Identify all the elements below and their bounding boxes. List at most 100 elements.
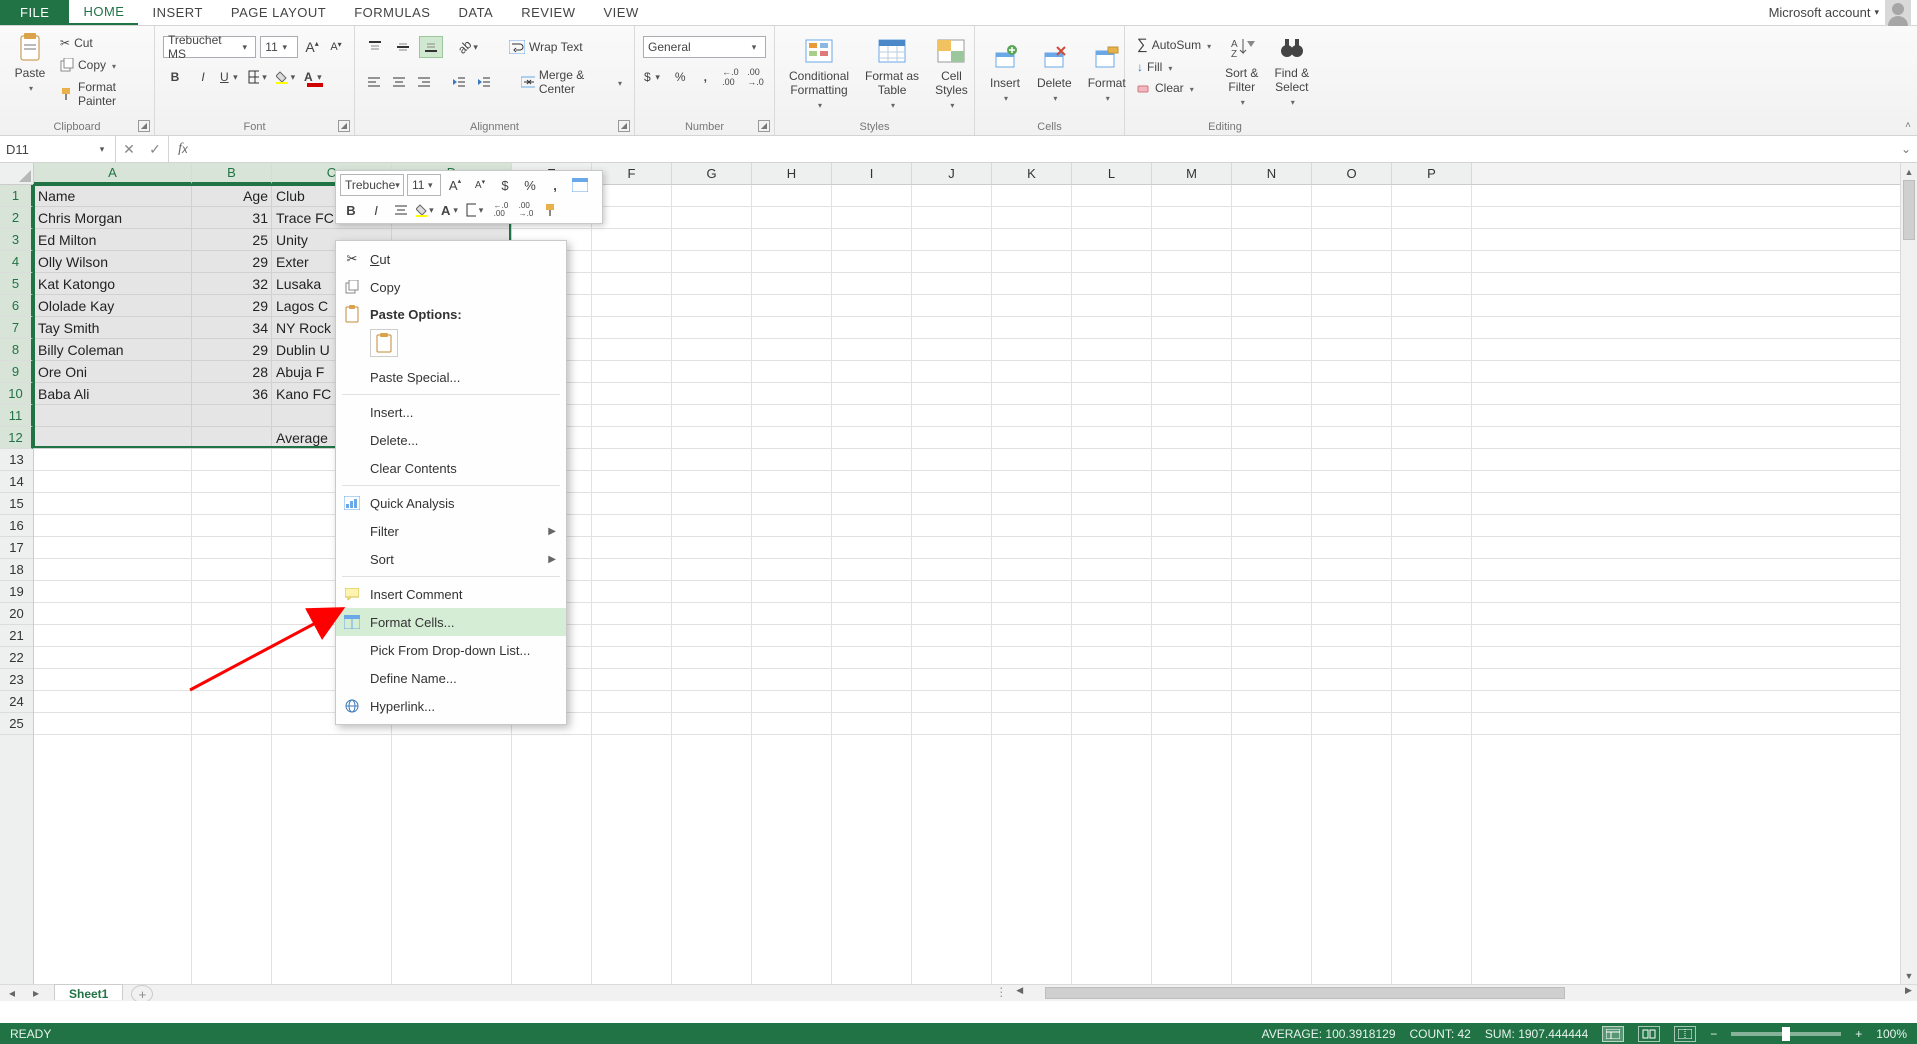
new-sheet-button[interactable]: + [131, 985, 153, 1001]
cancel-formula-button[interactable]: ✕ [116, 141, 142, 158]
cell-A1[interactable]: Name [34, 185, 192, 207]
align-top-button[interactable] [363, 36, 387, 58]
zoom-in-button[interactable]: + [1855, 1027, 1862, 1041]
number-format-combo[interactable]: General▾ [643, 36, 766, 58]
fx-label[interactable]: fx [169, 136, 197, 162]
ctx-pick-from-list[interactable]: Pick From Drop-down List... [336, 636, 566, 664]
format-painter-button[interactable]: Format Painter [56, 78, 146, 110]
increase-indent-button[interactable] [474, 71, 495, 93]
ctx-sort[interactable]: Sort▶ [336, 545, 566, 573]
row-header-16[interactable]: 16 [0, 515, 33, 537]
column-header-P[interactable]: P [1392, 163, 1472, 184]
zoom-level[interactable]: 100% [1876, 1027, 1907, 1041]
orientation-button[interactable]: ab▾ [457, 36, 481, 58]
zoom-slider-knob[interactable] [1782, 1027, 1790, 1041]
sheet-nav[interactable]: ◂▸ [0, 985, 48, 1001]
tab-scroll-menu[interactable]: ⋮ [991, 985, 1011, 1001]
tab-home[interactable]: HOME [69, 0, 138, 25]
align-right-button[interactable] [414, 71, 435, 93]
cut-button[interactable]: ✂Cut [56, 34, 146, 52]
cell-A7[interactable]: Tay Smith [34, 317, 192, 339]
ctx-hyperlink[interactable]: Hyperlink... [336, 692, 566, 720]
mini-fill-color[interactable]: ▾ [415, 199, 437, 221]
cell-B2[interactable]: 31 [192, 207, 272, 229]
paste-button[interactable]: Paste [8, 30, 52, 98]
align-bottom-button[interactable] [419, 36, 443, 58]
tab-review[interactable]: REVIEW [507, 0, 589, 25]
italic-button[interactable]: I [191, 66, 215, 88]
cell-B4[interactable]: 29 [192, 251, 272, 273]
account-menu[interactable]: Microsoft account ▾ [1763, 0, 1917, 25]
column-header-L[interactable]: L [1072, 163, 1152, 184]
tab-page-layout[interactable]: PAGE LAYOUT [217, 0, 340, 25]
ctx-paste-default[interactable] [370, 329, 398, 357]
cell-B9[interactable]: 28 [192, 361, 272, 383]
ctx-insert-comment[interactable]: Insert Comment [336, 580, 566, 608]
cell-A9[interactable]: Ore Oni [34, 361, 192, 383]
cell-B10[interactable]: 36 [192, 383, 272, 405]
row-header-11[interactable]: 11 [0, 405, 33, 427]
comma-button[interactable]: , [695, 66, 716, 88]
view-normal-button[interactable] [1602, 1026, 1624, 1042]
cell-styles-button[interactable]: Cell Styles [929, 33, 974, 115]
sort-filter-button[interactable]: AZSort & Filter [1219, 30, 1264, 112]
borders-button[interactable]: ▾ [247, 66, 271, 88]
row-header-18[interactable]: 18 [0, 559, 33, 581]
conditional-formatting-button[interactable]: Conditional Formatting [783, 33, 855, 115]
row-header-25[interactable]: 25 [0, 713, 33, 735]
ctx-filter[interactable]: Filter▶ [336, 517, 566, 545]
tab-data[interactable]: DATA [444, 0, 507, 25]
row-header-6[interactable]: 6 [0, 295, 33, 317]
ctx-format-cells[interactable]: Format Cells... [336, 608, 566, 636]
mini-borders[interactable]: ▾ [465, 199, 487, 221]
cell-A8[interactable]: Billy Coleman [34, 339, 192, 361]
worksheet-grid[interactable]: ABCDEFGHIJKLMNOP 12345678910111213141516… [0, 163, 1917, 1001]
view-page-layout-button[interactable] [1638, 1026, 1660, 1042]
align-middle-button[interactable] [391, 36, 415, 58]
column-headers[interactable]: ABCDEFGHIJKLMNOP [34, 163, 1900, 185]
mini-percent[interactable]: % [519, 174, 541, 196]
align-left-button[interactable] [363, 71, 384, 93]
font-name-combo[interactable]: Trebuchet MS▾ [163, 36, 256, 58]
cell-A6[interactable]: Ololade Kay [34, 295, 192, 317]
ctx-define-name[interactable]: Define Name... [336, 664, 566, 692]
row-header-20[interactable]: 20 [0, 603, 33, 625]
mini-increase-decimal[interactable]: ←.0.00 [490, 199, 512, 221]
row-header-14[interactable]: 14 [0, 471, 33, 493]
cell-A3[interactable]: Ed Milton [34, 229, 192, 251]
mini-accounting[interactable]: $ [494, 174, 516, 196]
expand-formula-bar-button[interactable]: ⌄ [1895, 136, 1917, 162]
paste-dropdown[interactable] [27, 80, 33, 96]
mini-italic[interactable]: I [365, 199, 387, 221]
row-header-5[interactable]: 5 [0, 273, 33, 295]
wrap-text-button[interactable]: Wrap Text [505, 38, 587, 56]
decrease-font-button[interactable]: A▾ [326, 36, 346, 58]
mini-increase-font[interactable]: A▴ [444, 174, 466, 196]
mini-decrease-decimal[interactable]: .00→.0 [515, 199, 537, 221]
format-as-table-button[interactable]: Format as Table [859, 33, 925, 115]
row-header-3[interactable]: 3 [0, 229, 33, 251]
mini-format-painter[interactable] [540, 199, 562, 221]
clipboard-dialog-launcher[interactable]: ◢ [138, 120, 150, 132]
row-header-15[interactable]: 15 [0, 493, 33, 515]
mini-decrease-font[interactable]: A▾ [469, 174, 491, 196]
column-header-A[interactable]: A [34, 163, 192, 184]
name-box[interactable]: D11▾ [0, 136, 116, 162]
cell-B6[interactable]: 29 [192, 295, 272, 317]
cells-area[interactable]: NameAgeClubChris Morgan31Trace FC198Ed M… [34, 185, 1900, 984]
tab-insert[interactable]: INSERT [138, 0, 216, 25]
row-header-12[interactable]: 12 [0, 427, 33, 449]
ctx-paste-special[interactable]: Paste Special... [336, 363, 566, 391]
ctx-insert[interactable]: Insert... [336, 398, 566, 426]
vertical-scrollbar[interactable]: ▲ ▼ [1900, 163, 1917, 984]
row-header-2[interactable]: 2 [0, 207, 33, 229]
hscroll-left-button[interactable]: ◀ [1011, 985, 1028, 1001]
font-size-combo[interactable]: 11▾ [260, 36, 298, 58]
zoom-slider[interactable] [1731, 1032, 1841, 1036]
ctx-cut[interactable]: ✂Cut [336, 245, 566, 273]
row-header-17[interactable]: 17 [0, 537, 33, 559]
increase-decimal-button[interactable]: ←.0.00 [720, 66, 741, 88]
ctx-quick-analysis[interactable]: Quick Analysis [336, 489, 566, 517]
cell-A10[interactable]: Baba Ali [34, 383, 192, 405]
clear-button[interactable]: Clear [1133, 79, 1215, 97]
